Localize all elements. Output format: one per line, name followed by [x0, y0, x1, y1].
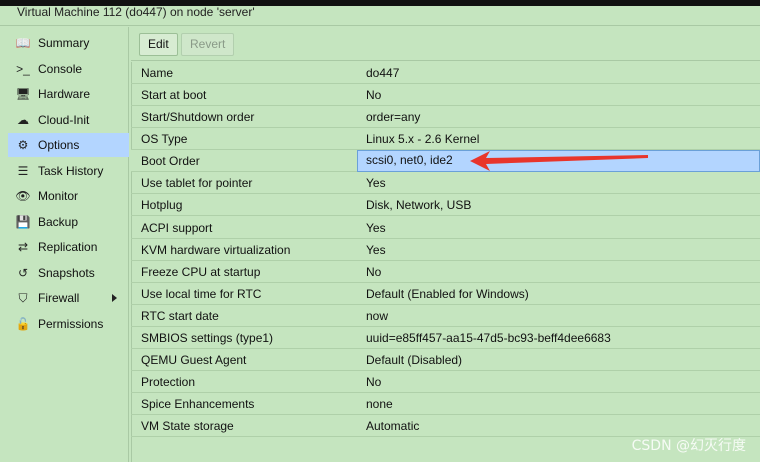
eye-icon: 👁: [15, 189, 31, 203]
history-icon: ↺: [17, 266, 29, 280]
sidebar-item-backup[interactable]: 💾 Backup: [8, 210, 129, 234]
retweet-icon: ⇄: [17, 240, 29, 254]
sidebar-item-label: Backup: [38, 215, 79, 229]
option-name: Use tablet for pointer: [141, 175, 253, 190]
table-row[interactable]: Start/Shutdown order order=any: [131, 106, 760, 128]
option-value: Yes: [366, 220, 386, 235]
table-row[interactable]: Freeze CPU at startup No: [131, 261, 760, 283]
option-name: Start at boot: [141, 87, 207, 102]
option-value: uuid=e85ff457-aa15-47d5-bc93-beff4dee668…: [366, 330, 611, 345]
sidebar-item-label: Task History: [38, 164, 104, 178]
option-name: SMBIOS settings (type1): [141, 330, 274, 345]
annotation-arrow: [470, 151, 648, 171]
table-row[interactable]: QEMU Guest Agent Default (Disabled): [131, 349, 760, 371]
option-name: Boot Order: [141, 153, 200, 168]
edit-button[interactable]: Edit: [139, 33, 178, 56]
option-name: VM State storage: [141, 418, 234, 433]
option-value: do447: [366, 65, 400, 80]
table-row[interactable]: Use tablet for pointer Yes: [131, 172, 760, 194]
book-icon: 📖: [15, 36, 31, 50]
option-value: Automatic: [366, 418, 420, 433]
sidebar-item-snapshots[interactable]: ↺ Snapshots: [8, 261, 129, 285]
sidebar-item-label: Summary: [38, 36, 90, 50]
option-value: No: [366, 374, 382, 389]
sidebar-item-hardware[interactable]: 🖥 Hardware: [8, 82, 129, 106]
list-icon: ☰: [17, 164, 29, 178]
window-title: Virtual Machine 112 (do447) on node 'ser…: [0, 6, 760, 26]
option-name: Spice Enhancements: [141, 396, 255, 411]
watermark: CSDN @幻灭行度: [631, 438, 746, 454]
option-value: Default (Enabled for Windows): [366, 286, 529, 301]
sidebar-item-label: Snapshots: [38, 266, 95, 280]
monitor-icon: 🖥: [15, 87, 31, 101]
table-row[interactable]: KVM hardware virtualization Yes: [131, 239, 760, 261]
option-name: Use local time for RTC: [141, 286, 262, 301]
option-value: Yes: [366, 242, 386, 257]
sidebar-item-options[interactable]: ⚙ Options: [8, 133, 129, 157]
options-toolbar: Edit Revert: [131, 27, 760, 61]
sidebar-item-console[interactable]: >_ Console: [8, 57, 129, 81]
sidebar-item-monitor[interactable]: 👁 Monitor: [8, 184, 129, 208]
table-row[interactable]: RTC start date now: [131, 305, 760, 327]
options-table: Name do447 Start at boot No Start/Shutdo…: [131, 62, 760, 462]
sidebar-item-summary[interactable]: 📖 Summary: [8, 31, 129, 55]
option-name: Hotplug: [141, 197, 183, 212]
option-value: Linux 5.x - 2.6 Kernel: [366, 131, 480, 146]
table-row[interactable]: Name do447: [131, 62, 760, 84]
sidebar-item-label: Hardware: [38, 87, 91, 101]
arrow-head-icon: [470, 151, 648, 171]
option-value: Default (Disabled): [366, 352, 463, 367]
option-value: No: [366, 87, 382, 102]
sidebar-nav: 📖 Summary >_ Console 🖥 Hardware ☁ Cloud-…: [7, 27, 129, 462]
floppy-icon: 💾: [15, 215, 31, 229]
option-name: KVM hardware virtualization: [141, 242, 291, 257]
table-row[interactable]: VM State storage Automatic: [131, 415, 760, 437]
table-row[interactable]: Use local time for RTC Default (Enabled …: [131, 283, 760, 305]
sidebar-item-label: Permissions: [38, 317, 104, 331]
table-row[interactable]: Protection No: [131, 371, 760, 393]
option-value: Disk, Network, USB: [366, 197, 472, 212]
option-name: Protection: [141, 374, 196, 389]
revert-button[interactable]: Revert: [181, 33, 235, 56]
option-name: ACPI support: [141, 220, 213, 235]
table-row[interactable]: Hotplug Disk, Network, USB: [131, 194, 760, 216]
terminal-icon: >_: [16, 62, 30, 76]
table-row[interactable]: OS Type Linux 5.x - 2.6 Kernel: [131, 128, 760, 150]
chevron-right-icon[interactable]: [112, 294, 117, 302]
table-row-selected[interactable]: Boot Order scsi0, net0, ide2: [131, 150, 760, 172]
option-value: No: [366, 264, 382, 279]
option-value: scsi0, net0, ide2: [366, 153, 453, 167]
sidebar-item-label: Firewall: [38, 291, 80, 305]
sidebar-item-permissions[interactable]: 🔓 Permissions: [8, 312, 129, 336]
sidebar-item-firewall[interactable]: ⛉ Firewall: [8, 286, 129, 310]
sidebar-item-label: Monitor: [38, 189, 79, 203]
sidebar-item-cloud-init[interactable]: ☁ Cloud-Init: [8, 108, 129, 132]
shield-icon: ⛉: [18, 290, 28, 305]
sidebar-item-task-history[interactable]: ☰ Task History: [8, 159, 129, 183]
option-value: now: [366, 308, 389, 323]
unlock-icon: 🔓: [15, 317, 31, 331]
cloud-icon: ☁: [17, 113, 29, 127]
option-name: QEMU Guest Agent: [141, 352, 247, 367]
gear-icon: ⚙: [17, 138, 29, 152]
option-name: Start/Shutdown order: [141, 109, 255, 124]
option-value: order=any: [366, 109, 421, 124]
option-name: RTC start date: [141, 308, 219, 323]
sidebar-item-label: Options: [38, 138, 80, 152]
sidebar-item-replication[interactable]: ⇄ Replication: [8, 235, 129, 259]
table-row[interactable]: SMBIOS settings (type1) uuid=e85ff457-aa…: [131, 327, 760, 349]
option-name: Name: [141, 65, 174, 80]
table-row[interactable]: Spice Enhancements none: [131, 393, 760, 415]
option-name: OS Type: [141, 131, 188, 146]
option-name: Freeze CPU at startup: [141, 264, 261, 279]
sidebar-item-label: Cloud-Init: [38, 113, 90, 127]
sidebar-item-label: Replication: [38, 240, 98, 254]
table-row[interactable]: ACPI support Yes: [131, 217, 760, 239]
sidebar-item-label: Console: [38, 62, 83, 76]
option-value: none: [366, 396, 393, 411]
table-row[interactable]: Start at boot No: [131, 84, 760, 106]
option-value: Yes: [366, 175, 386, 190]
